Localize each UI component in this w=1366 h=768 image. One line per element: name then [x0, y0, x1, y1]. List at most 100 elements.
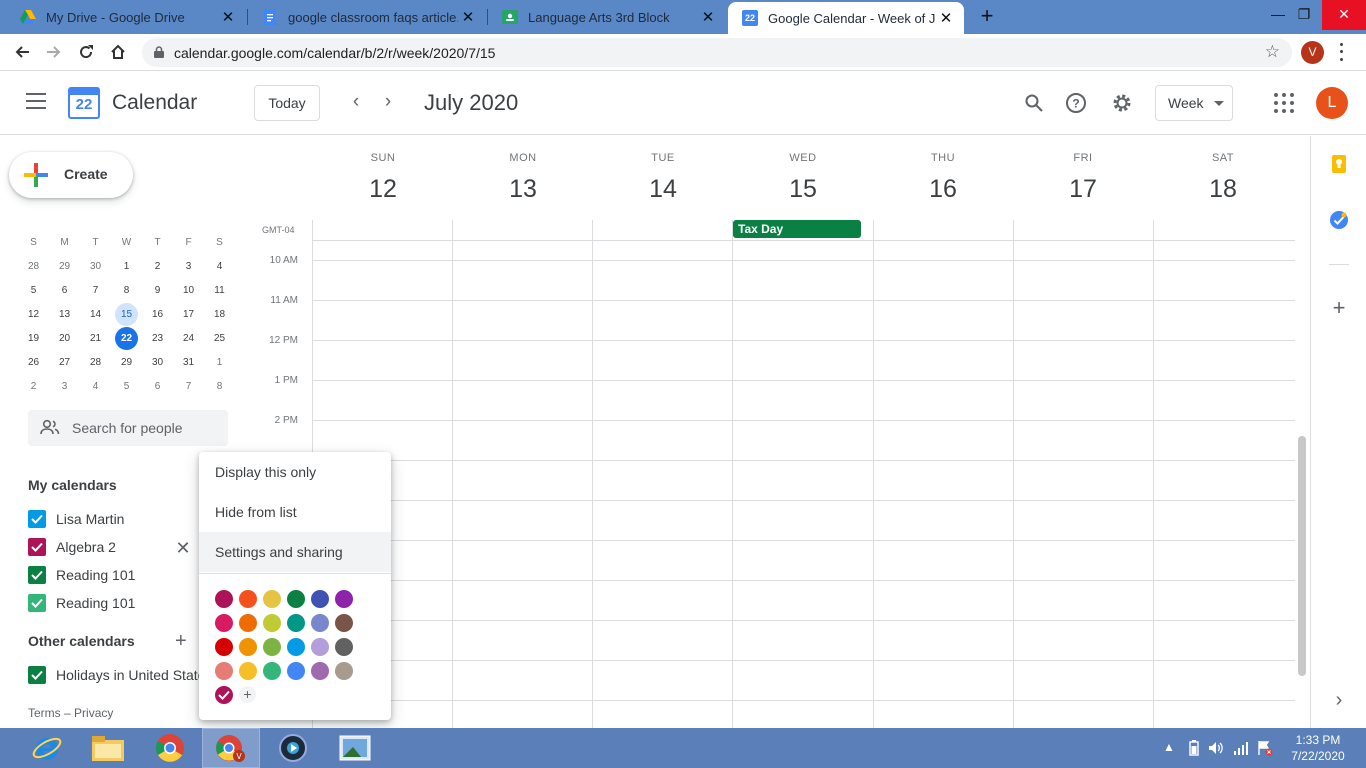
- mini-day[interactable]: 1: [204, 357, 235, 368]
- mini-day[interactable]: 7: [173, 381, 204, 392]
- terms-link[interactable]: Terms: [28, 706, 61, 720]
- network-signal-icon[interactable]: [1233, 740, 1249, 759]
- mini-day[interactable]: 23: [142, 333, 173, 344]
- mini-day[interactable]: 18: [204, 309, 235, 320]
- back-arrow-icon[interactable]: [10, 40, 34, 64]
- calendar-item-lisa-martin[interactable]: Lisa Martin: [28, 509, 124, 529]
- color-swatch[interactable]: [311, 590, 329, 608]
- previous-week-icon[interactable]: ‹: [343, 89, 369, 115]
- mini-day[interactable]: 29: [111, 357, 142, 368]
- color-swatch[interactable]: [287, 662, 305, 680]
- next-week-icon[interactable]: ›: [375, 89, 401, 115]
- color-swatch[interactable]: [263, 590, 281, 608]
- day-header-wed[interactable]: WED 15: [733, 152, 873, 204]
- restore-button[interactable]: ❐: [1282, 0, 1326, 30]
- mini-day[interactable]: 13: [49, 309, 80, 320]
- color-swatch[interactable]: [311, 662, 329, 680]
- mini-day[interactable]: 24: [173, 333, 204, 344]
- day-header-sun[interactable]: SUN 12: [313, 152, 453, 204]
- color-swatch[interactable]: [311, 638, 329, 656]
- color-swatch[interactable]: [287, 590, 305, 608]
- color-swatch[interactable]: [215, 662, 233, 680]
- color-swatch[interactable]: [335, 590, 353, 608]
- main-menu-icon[interactable]: [26, 93, 46, 109]
- forward-arrow-icon[interactable]: [42, 40, 66, 64]
- google-apps-icon[interactable]: [1274, 93, 1294, 113]
- mini-day-today[interactable]: 22: [111, 326, 142, 350]
- day-date[interactable]: 12: [313, 175, 453, 204]
- color-swatch[interactable]: [287, 638, 305, 656]
- color-swatch[interactable]: [239, 662, 257, 680]
- checkbox-checked-icon[interactable]: [28, 566, 46, 584]
- mini-day[interactable]: 25: [204, 333, 235, 344]
- get-add-ons-plus-icon[interactable]: +: [1329, 297, 1349, 319]
- checkbox-checked-icon[interactable]: [28, 666, 46, 684]
- settings-gear-icon[interactable]: [1110, 91, 1134, 115]
- tab-classroom-doc[interactable]: google classroom faqs article.do ✕: [248, 0, 486, 34]
- mini-day[interactable]: 10: [173, 285, 204, 296]
- checkbox-checked-icon[interactable]: [28, 594, 46, 612]
- tab-language-arts[interactable]: Language Arts 3rd Block ✕: [488, 0, 726, 34]
- grid-scrollbar[interactable]: [1298, 436, 1306, 676]
- mini-day[interactable]: 4: [80, 381, 111, 392]
- mini-day[interactable]: 6: [49, 285, 80, 296]
- mini-day[interactable]: 26: [18, 357, 49, 368]
- mini-day[interactable]: 20: [49, 333, 80, 344]
- mini-day[interactable]: 14: [80, 309, 111, 320]
- browser-profile-avatar[interactable]: V: [1301, 41, 1324, 64]
- checkbox-checked-icon[interactable]: [28, 538, 46, 556]
- day-date[interactable]: 15: [733, 175, 873, 204]
- mini-day[interactable]: 11: [204, 285, 235, 296]
- calendar-item-reading-101[interactable]: Reading 101: [28, 593, 135, 613]
- mini-day[interactable]: 7: [80, 285, 111, 296]
- chrome-icon[interactable]: [141, 728, 199, 768]
- today-button[interactable]: Today: [254, 85, 320, 121]
- mini-day[interactable]: 2: [18, 381, 49, 392]
- file-explorer-icon[interactable]: [79, 728, 137, 768]
- add-other-calendar-plus-icon[interactable]: +: [175, 630, 187, 653]
- volume-icon[interactable]: [1208, 740, 1224, 759]
- remove-calendar-close-icon[interactable]: ✕: [174, 538, 192, 559]
- mini-day[interactable]: 30: [142, 357, 173, 368]
- mini-day-selected[interactable]: 15: [111, 302, 142, 326]
- new-tab-button[interactable]: +: [976, 5, 998, 27]
- color-swatch[interactable]: [263, 614, 281, 632]
- expand-panel-chevron-icon[interactable]: ›: [1329, 690, 1349, 710]
- calendar-item-algebra-2[interactable]: Algebra 2: [28, 537, 116, 557]
- calendar-item-reading-101[interactable]: Reading 101: [28, 565, 135, 585]
- create-button[interactable]: Create: [9, 152, 133, 198]
- action-center-flag-icon[interactable]: [1257, 740, 1273, 759]
- bookmark-star-icon[interactable]: ☆: [1265, 42, 1280, 62]
- mini-day[interactable]: 2: [142, 261, 173, 272]
- mini-day[interactable]: 30: [80, 261, 111, 272]
- mini-day[interactable]: 5: [111, 381, 142, 392]
- reload-icon[interactable]: [74, 40, 98, 64]
- my-calendars-title[interactable]: My calendars: [28, 477, 117, 493]
- day-date[interactable]: 18: [1153, 175, 1293, 204]
- color-swatch[interactable]: [335, 638, 353, 656]
- selected-color-swatch-check-icon[interactable]: [215, 686, 233, 704]
- mini-day[interactable]: 29: [49, 261, 80, 272]
- color-swatch[interactable]: [263, 638, 281, 656]
- tab-close-icon[interactable]: ✕: [218, 8, 238, 26]
- browser-menu-icon[interactable]: [1336, 41, 1346, 63]
- mini-day[interactable]: 3: [49, 381, 80, 392]
- chrome-active-profile-icon[interactable]: V: [202, 728, 260, 768]
- show-hidden-icons-icon[interactable]: ▲: [1163, 740, 1175, 754]
- menu-settings-and-sharing[interactable]: Settings and sharing: [199, 532, 391, 572]
- window-close-button[interactable]: ✕: [1322, 0, 1366, 30]
- mini-day[interactable]: 31: [173, 357, 204, 368]
- tab-google-calendar[interactable]: 22 Google Calendar - Week of July ✕: [728, 2, 964, 34]
- mini-day[interactable]: 12: [18, 309, 49, 320]
- mini-day[interactable]: 21: [80, 333, 111, 344]
- add-custom-color-plus-icon[interactable]: +: [239, 686, 256, 703]
- tab-my-drive[interactable]: My Drive - Google Drive ✕: [6, 0, 246, 34]
- menu-hide-from-list[interactable]: Hide from list: [199, 492, 391, 532]
- search-icon[interactable]: [1022, 91, 1046, 115]
- color-swatch[interactable]: [263, 662, 281, 680]
- photo-viewer-icon[interactable]: [326, 728, 384, 768]
- color-swatch[interactable]: [215, 590, 233, 608]
- color-swatch[interactable]: [239, 638, 257, 656]
- menu-display-this-only[interactable]: Display this only: [199, 452, 391, 492]
- day-header-sat[interactable]: SAT 18: [1153, 152, 1293, 204]
